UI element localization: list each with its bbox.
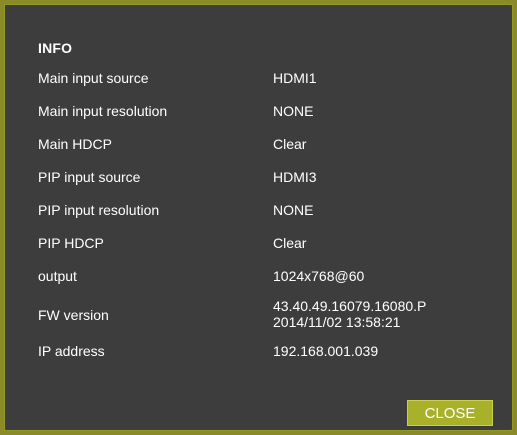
row-value: NONE — [273, 202, 314, 218]
row-value: 43.40.49.16079.16080.P — [273, 298, 427, 314]
row-value: NONE — [273, 103, 314, 119]
row-value: Clear — [273, 235, 307, 251]
row-label: PIP input source — [38, 169, 141, 185]
dialog-title: INFO — [38, 40, 73, 56]
info-dialog: INFO Main input source HDMI1 Main input … — [4, 4, 513, 431]
row-label: Main input resolution — [38, 103, 168, 119]
close-button[interactable]: CLOSE — [407, 400, 493, 426]
row-label: output — [38, 268, 77, 284]
row-value: 1024x768@60 — [273, 268, 365, 284]
row-value: Clear — [273, 136, 307, 152]
row-label: Main input source — [38, 70, 149, 86]
row-value-date: 2014/11/02 13:58:21 — [273, 314, 401, 330]
row-label: PIP HDCP — [38, 235, 104, 251]
row-value: HDMI3 — [273, 169, 317, 185]
row-value: HDMI1 — [273, 70, 317, 86]
row-label: FW version — [38, 307, 109, 323]
row-label: Main HDCP — [38, 136, 112, 152]
row-value: 192.168.001.039 — [273, 343, 379, 359]
row-label: IP address — [38, 343, 105, 359]
row-label: PIP input resolution — [38, 202, 160, 218]
